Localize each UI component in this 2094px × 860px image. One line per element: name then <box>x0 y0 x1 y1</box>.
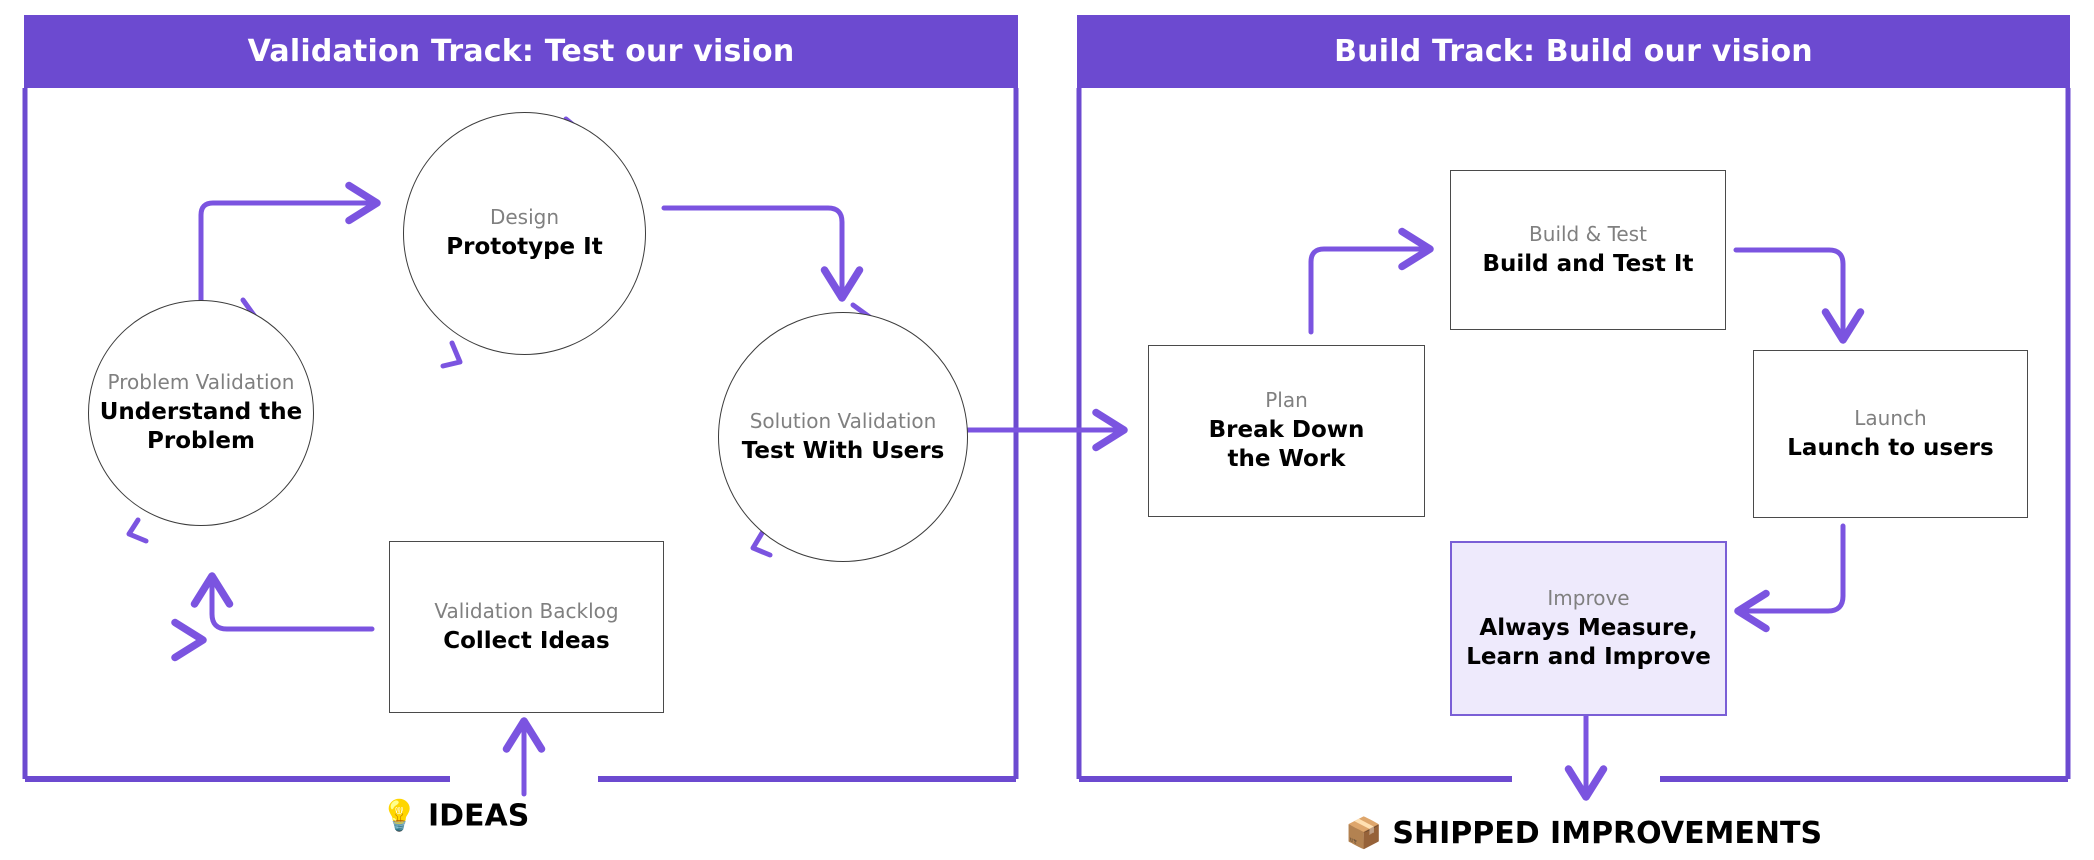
validation-track-title: Validation Track: Test our vision <box>24 15 1018 88</box>
lightbulb-icon: 💡 <box>380 798 418 833</box>
node-solution-validation-sub: Solution Validation <box>749 408 937 433</box>
node-validation-backlog-main: Collect Ideas <box>443 627 610 654</box>
node-build-test[interactable]: Build & Test Build and Test It <box>1450 170 1726 330</box>
node-launch-main: Launch to users <box>1787 434 1994 461</box>
node-launch-sub: Launch <box>1854 405 1927 430</box>
node-improve[interactable]: Improve Always Measure, Learn and Improv… <box>1450 541 1727 716</box>
node-build-test-sub: Build & Test <box>1529 221 1647 246</box>
package-icon: 📦 <box>1345 815 1383 851</box>
outcome-shipped-improvements: 📦 SHIPPED IMPROVEMENTS <box>1345 816 1822 851</box>
node-design-sub: Design <box>489 205 560 230</box>
node-problem-validation[interactable]: Problem Validation Understand the Proble… <box>88 300 314 526</box>
node-plan[interactable]: Plan Break Down the Work <box>1148 345 1425 517</box>
validation-track-title-text: Validation Track: Test our vision <box>247 34 795 69</box>
node-validation-backlog[interactable]: Validation Backlog Collect Ideas <box>389 541 664 713</box>
node-solution-validation-main: Test With Users <box>741 437 945 464</box>
node-plan-sub: Plan <box>1265 388 1308 413</box>
node-design[interactable]: Design Prototype It <box>403 112 646 355</box>
node-build-test-main: Build and Test It <box>1482 250 1694 277</box>
build-track-title: Build Track: Build our vision <box>1077 15 2070 88</box>
outcome-ideas-label: IDEAS <box>427 798 530 834</box>
outcome-shipped-improvements-label: SHIPPED IMPROVEMENTS <box>1392 816 1823 851</box>
outcome-ideas: 💡 IDEAS <box>381 799 530 834</box>
node-solution-validation[interactable]: Solution Validation Test With Users <box>718 312 968 562</box>
build-track-title-text: Build Track: Build our vision <box>1334 34 1813 69</box>
node-validation-backlog-sub: Validation Backlog <box>434 598 619 623</box>
node-problem-validation-sub: Problem Validation <box>107 370 295 395</box>
node-improve-sub: Improve <box>1547 585 1630 610</box>
node-problem-validation-main: Understand the Problem <box>99 399 303 454</box>
node-launch[interactable]: Launch Launch to users <box>1753 350 2028 518</box>
node-improve-main: Always Measure, Learn and Improve <box>1466 614 1711 670</box>
node-plan-main: Break Down the Work <box>1208 417 1365 472</box>
diagram-canvas: Validation Track: Test our vision Build … <box>0 0 2094 860</box>
node-design-main: Prototype It <box>446 234 603 261</box>
